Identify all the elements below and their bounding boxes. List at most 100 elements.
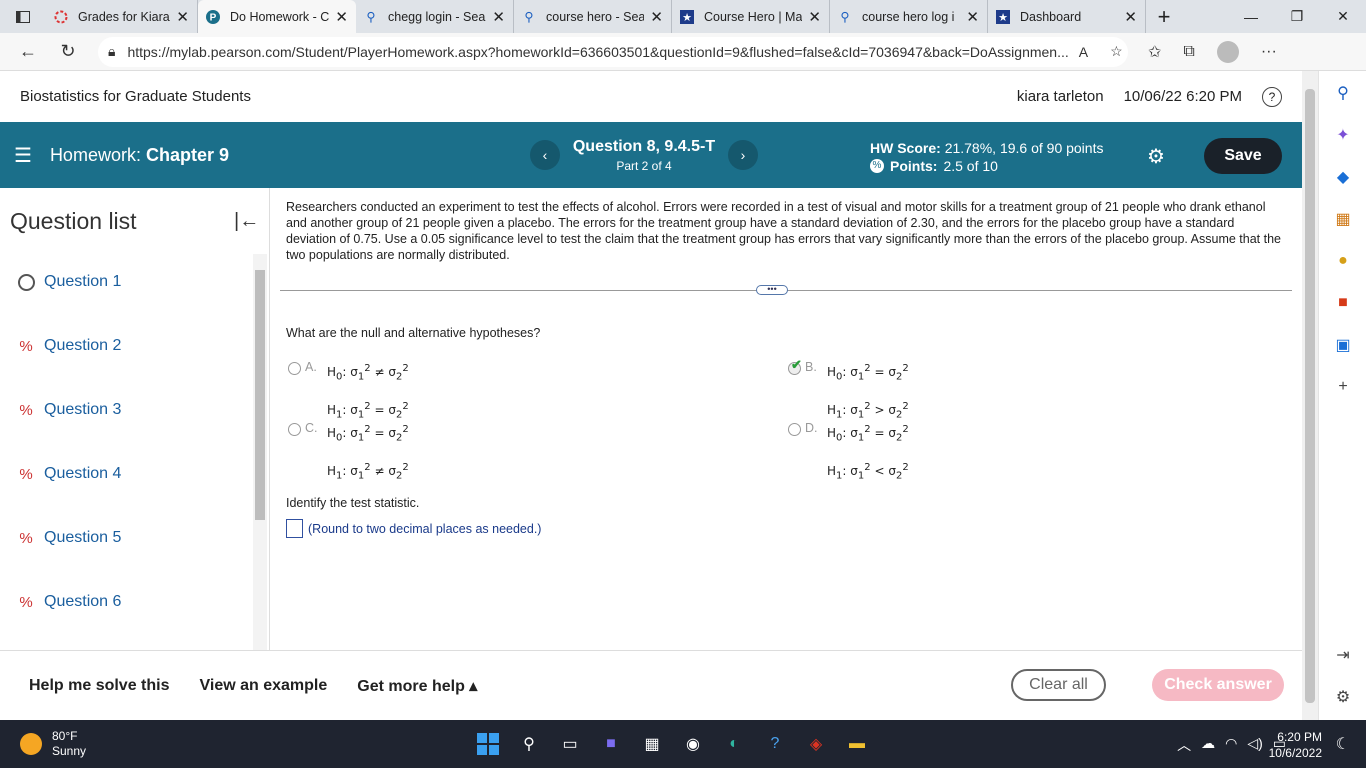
- notification-icon[interactable]: ☾: [1336, 734, 1350, 754]
- shopping-icon[interactable]: ◆: [1333, 167, 1353, 187]
- option-d[interactable]: D. H0: σ12 = σ22 H1: σ12 < σ22: [788, 421, 909, 492]
- refresh-icon[interactable]: ↻: [48, 41, 88, 62]
- edge-sidebar: ⚲ ✦ ◆ ▦ ● ■ ▣ + ⇥ ⚙: [1318, 71, 1366, 720]
- chevron-up-icon[interactable]: ︿: [1177, 735, 1191, 755]
- volume-icon[interactable]: ◁): [1247, 735, 1262, 755]
- answer-row: (Round to two decimal places as needed.): [286, 519, 541, 538]
- add-favorite-icon[interactable]: ☆: [1110, 43, 1123, 60]
- partial-credit-icon: %: [19, 401, 33, 419]
- cloud-icon[interactable]: ☁: [1201, 735, 1215, 755]
- sidebar-toggle-icon[interactable]: ⇥: [1333, 645, 1353, 665]
- taskbar-clock[interactable]: 6:20 PM 10/6/2022: [1269, 729, 1322, 761]
- menu-icon[interactable]: ☰: [14, 143, 32, 168]
- question-list-item[interactable]: % Question 6: [16, 593, 121, 611]
- start-icon[interactable]: [474, 730, 502, 758]
- close-tab-icon[interactable]: ✕: [1124, 8, 1137, 26]
- search-icon[interactable]: ⚲: [515, 730, 543, 758]
- action-footer: Help me solve this View an example Get m…: [0, 650, 1302, 720]
- help-icon[interactable]: ?: [1262, 86, 1282, 107]
- close-tab-icon[interactable]: ✕: [335, 8, 348, 26]
- round-note: (Round to two decimal places as needed.): [308, 521, 542, 536]
- browser-tab[interactable]: ★ Course Hero | Ma ✕: [672, 0, 830, 33]
- profile-avatar[interactable]: [1216, 40, 1239, 63]
- mcafee-icon[interactable]: ◈: [802, 730, 830, 758]
- edge-icon[interactable]: ◐: [720, 730, 748, 758]
- browser-tab[interactable]: ⚲ course hero - Sea ✕: [514, 0, 672, 33]
- add-icon[interactable]: +: [1333, 377, 1353, 397]
- save-button[interactable]: Save: [1204, 138, 1282, 174]
- restore-icon[interactable]: ❐: [1274, 0, 1320, 33]
- course-title: Biostatistics for Graduate Students: [20, 88, 251, 105]
- teams-icon[interactable]: ■: [597, 730, 625, 758]
- close-tab-icon[interactable]: ✕: [650, 8, 663, 26]
- svg-text:P: P: [210, 12, 217, 23]
- tools-icon[interactable]: ▦: [1333, 209, 1353, 229]
- browser-tab[interactable]: Grades for Kiara T ✕: [46, 0, 198, 33]
- browser-tab[interactable]: ⚲ course hero log i ✕: [830, 0, 988, 33]
- radio-button[interactable]: [288, 423, 301, 436]
- radio-button[interactable]: [288, 362, 301, 375]
- svg-text:★: ★: [998, 12, 1008, 24]
- close-tab-icon[interactable]: ✕: [492, 8, 505, 26]
- outlook-icon[interactable]: ▣: [1333, 335, 1353, 355]
- new-tab-button[interactable]: +: [1146, 0, 1182, 33]
- question-list-item[interactable]: % Question 2: [16, 337, 121, 355]
- weather-widget[interactable]: 80°F Sunny: [20, 729, 86, 759]
- view-example-link[interactable]: View an example: [200, 677, 328, 695]
- partial-credit-icon: %: [19, 593, 33, 611]
- url-field[interactable]: 🔒︎ https://mylab.pearson.com/Student/Pla…: [98, 36, 1128, 67]
- search-icon: ⚲: [524, 10, 534, 24]
- close-window-icon[interactable]: ✕: [1320, 0, 1366, 33]
- back-arrow-icon[interactable]: ←: [8, 41, 48, 62]
- close-tab-icon[interactable]: ✕: [966, 8, 979, 26]
- help-me-solve-link[interactable]: Help me solve this: [29, 677, 170, 695]
- user-name[interactable]: kiara tarleton: [1017, 88, 1104, 105]
- more-options-icon[interactable]: ···: [1261, 43, 1277, 61]
- close-tab-icon[interactable]: ✕: [808, 8, 821, 26]
- help-app-icon[interactable]: ?: [761, 730, 789, 758]
- store-icon[interactable]: ▦: [638, 730, 666, 758]
- browser-tab-active[interactable]: P Do Homework - C ✕: [198, 0, 356, 33]
- collections-icon[interactable]: ⧉: [1183, 43, 1194, 61]
- search-icon: ⚲: [366, 10, 376, 24]
- question-list-item[interactable]: Question 1: [16, 273, 121, 291]
- close-tab-icon[interactable]: ✕: [176, 8, 189, 26]
- browser-tab[interactable]: ⚲ chegg login - Sea ✕: [356, 0, 514, 33]
- settings-icon[interactable]: ⚙: [1333, 687, 1353, 707]
- pearson-icon: P: [206, 9, 220, 24]
- question-list-item[interactable]: % Question 5: [16, 529, 121, 547]
- games-icon[interactable]: ●: [1333, 251, 1353, 271]
- get-more-help-link[interactable]: Get more help ▴: [357, 676, 477, 696]
- collapse-panel-icon[interactable]: |←: [234, 210, 259, 233]
- minimize-icon[interactable]: —: [1228, 0, 1274, 33]
- next-question-button[interactable]: ›: [728, 140, 758, 170]
- read-aloud-icon[interactable]: A: [1079, 44, 1088, 60]
- radio-button-selected[interactable]: ✔: [788, 357, 802, 375]
- radio-button[interactable]: [788, 423, 801, 436]
- previous-question-button[interactable]: ‹: [530, 140, 560, 170]
- office-icon[interactable]: ■: [1333, 293, 1353, 313]
- clear-all-button[interactable]: Clear all: [1011, 669, 1106, 701]
- search-icon[interactable]: ⚲: [1333, 83, 1353, 103]
- answer-input[interactable]: [286, 519, 303, 538]
- wifi-icon[interactable]: ◠: [1225, 735, 1237, 755]
- lock-icon: 🔒︎: [108, 43, 116, 59]
- question-list-item[interactable]: % Question 3: [16, 401, 121, 419]
- favorites-icon[interactable]: ✩: [1148, 42, 1161, 62]
- browser-tab[interactable]: ★ Dashboard ✕: [988, 0, 1146, 33]
- tab-actions-icon[interactable]: [0, 0, 46, 33]
- file-explorer-icon[interactable]: ▬: [843, 730, 871, 758]
- task-view-icon[interactable]: ▭: [556, 730, 584, 758]
- page-scrollbar[interactable]: [1302, 71, 1318, 720]
- app-icon[interactable]: ◉: [679, 730, 707, 758]
- homework-title: Homework: Chapter 9: [49, 144, 230, 165]
- question-list-scrollbar[interactable]: [253, 254, 267, 650]
- settings-gear-icon[interactable]: ⚙: [1147, 144, 1165, 169]
- question-list-item[interactable]: % Question 4: [16, 465, 121, 483]
- svg-text:★: ★: [682, 12, 692, 24]
- option-c[interactable]: C. H0: σ12 = σ22 H1: σ12 ≠ σ22: [288, 421, 409, 492]
- check-answer-button[interactable]: Check answer: [1152, 669, 1284, 701]
- question-navigator: ‹ Question 8, 9.4.5-T Part 2 of 4 ›: [530, 122, 758, 188]
- discover-icon[interactable]: ✦: [1333, 125, 1353, 145]
- expand-icon[interactable]: •••: [756, 285, 788, 295]
